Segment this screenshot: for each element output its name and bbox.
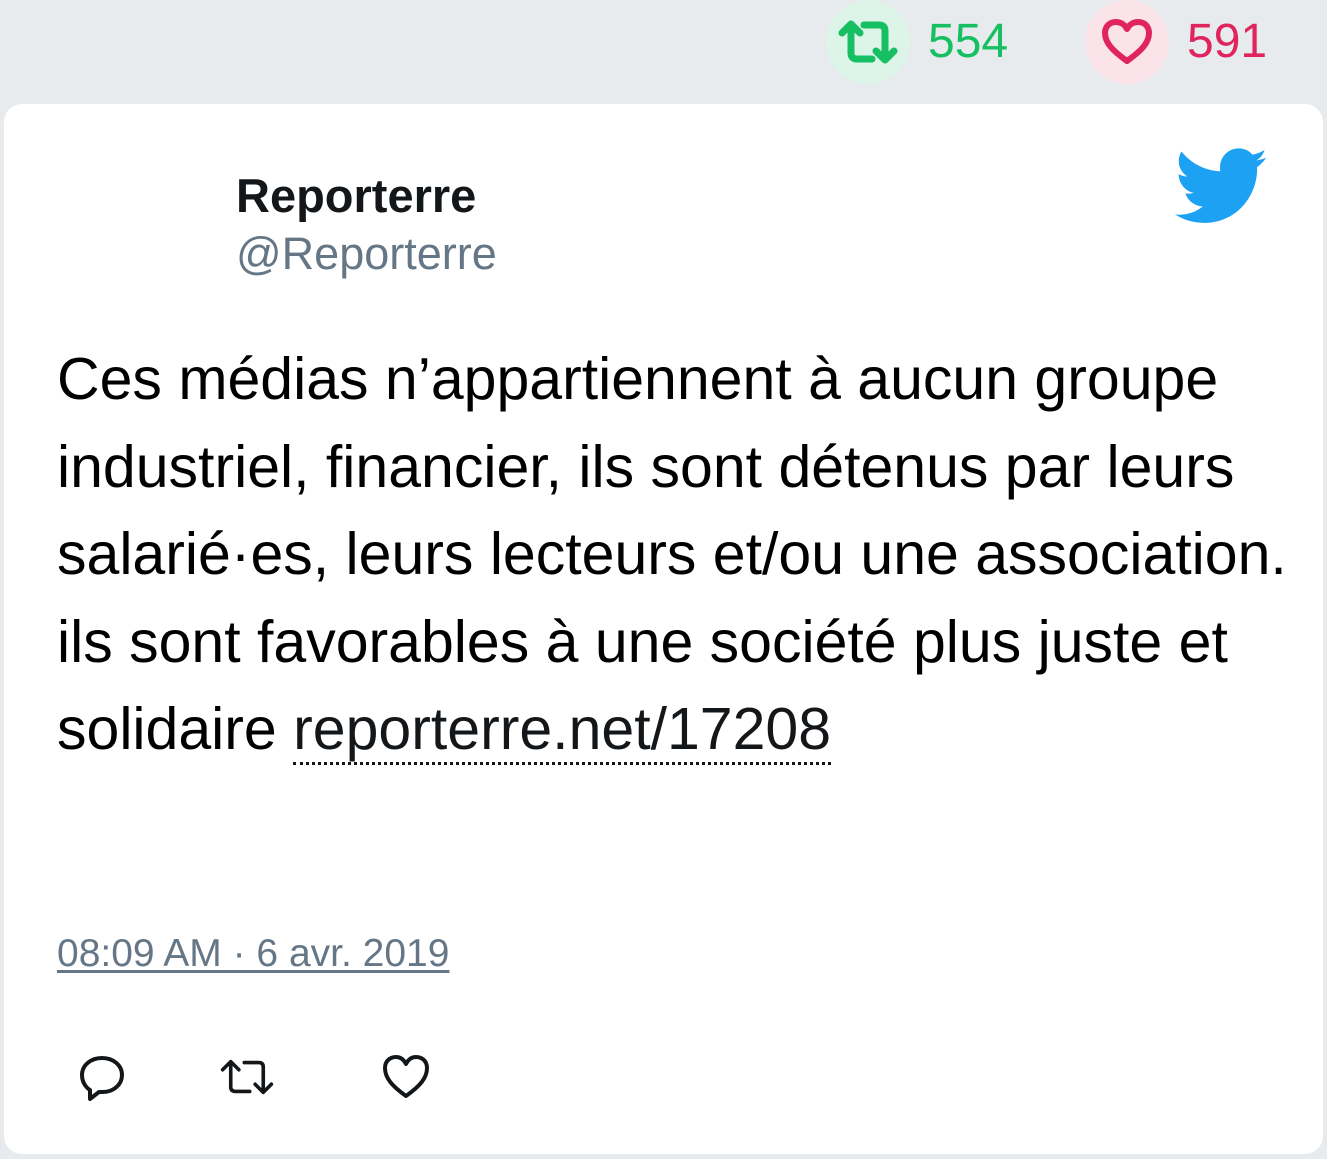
like-button[interactable] xyxy=(378,1049,434,1105)
retweet-icon xyxy=(838,20,898,64)
reply-button[interactable] xyxy=(74,1049,130,1105)
tweet-timestamp[interactable]: 08:09 AM · 6 avr. 2019 xyxy=(57,932,449,976)
engagement-stats-bar: 554 591 xyxy=(0,0,1327,100)
like-stat-icon-wrap xyxy=(1085,0,1169,84)
author-handle[interactable]: @Reporterre xyxy=(236,228,497,280)
retweet-stat[interactable]: 554 xyxy=(826,0,1008,84)
retweet-stat-icon-wrap xyxy=(826,0,910,84)
like-stat[interactable]: 591 xyxy=(1085,0,1267,84)
retweet-count: 554 xyxy=(928,15,1009,68)
twitter-bird-icon[interactable] xyxy=(1174,148,1270,226)
retweet-icon xyxy=(220,1059,274,1095)
heart-icon xyxy=(1102,19,1152,64)
tweet-card: Reporterre @Reporterre Ces médias n’appa… xyxy=(4,104,1323,1154)
heart-icon xyxy=(383,1055,429,1098)
tweet-text: Ces médias n’appartiennent à aucun group… xyxy=(57,336,1287,774)
like-count: 591 xyxy=(1187,15,1268,68)
retweet-button[interactable] xyxy=(219,1049,275,1105)
author-name[interactable]: Reporterre xyxy=(236,168,476,223)
reply-icon xyxy=(80,1056,124,1101)
tweet-link[interactable]: reporterre.net/17208 xyxy=(293,696,832,765)
